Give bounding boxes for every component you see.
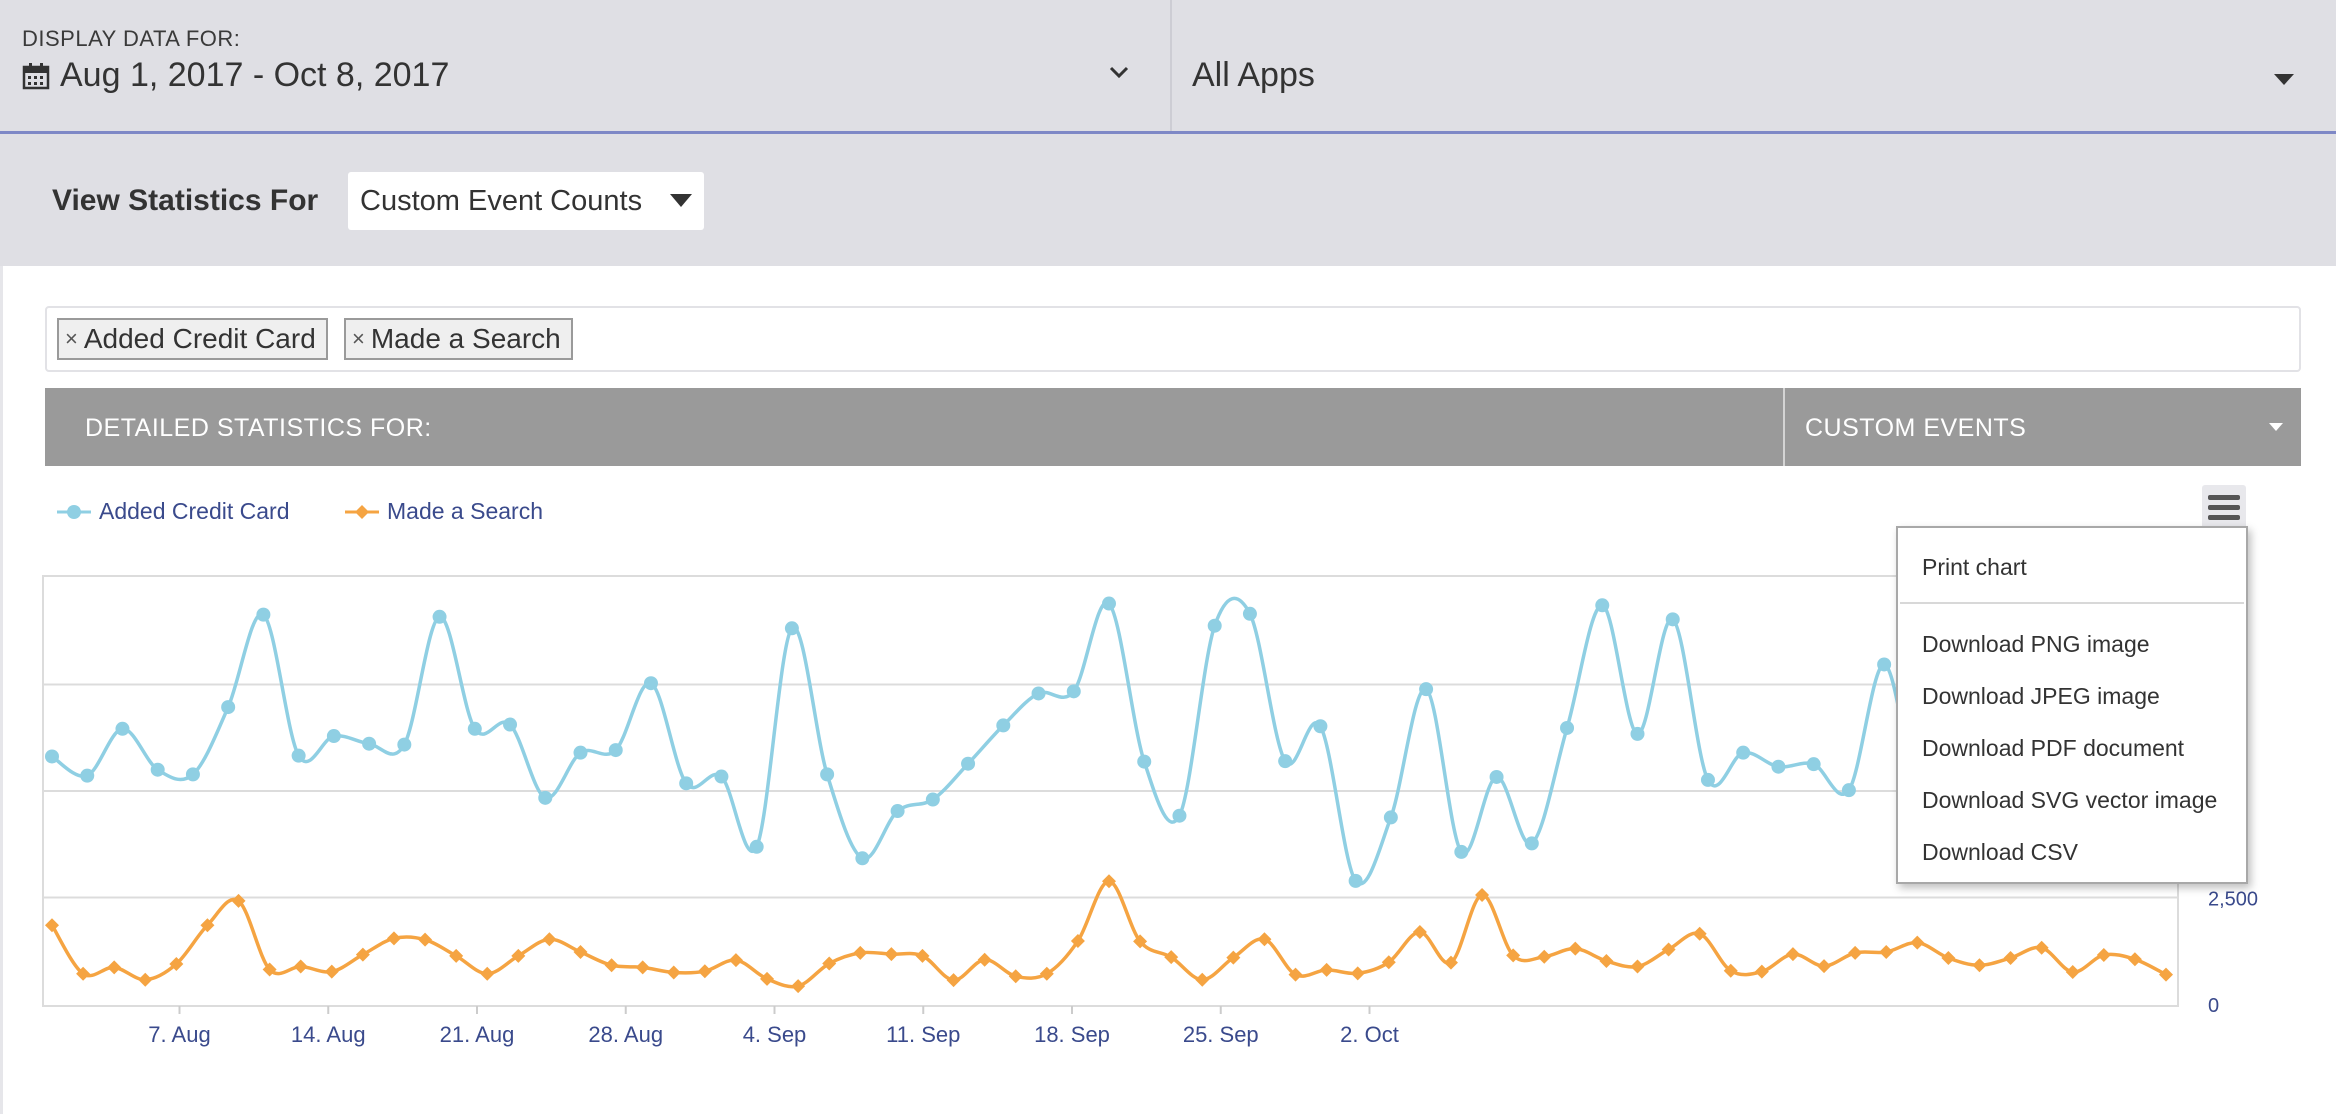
data-point[interactable]: [1066, 684, 1081, 699]
data-point[interactable]: [1806, 757, 1821, 772]
data-point[interactable]: [1172, 808, 1187, 823]
data-point[interactable]: [291, 748, 306, 763]
data-point[interactable]: [608, 743, 623, 758]
data-point[interactable]: [996, 718, 1011, 733]
data-point[interactable]: [1489, 769, 1504, 784]
data-point[interactable]: [115, 721, 130, 736]
x-tick-label: 21. Aug: [440, 1022, 515, 1047]
data-point[interactable]: [1102, 596, 1116, 611]
menu-item-download-jpeg[interactable]: Download JPEG image: [1922, 683, 2160, 710]
data-point[interactable]: [256, 607, 271, 622]
data-point[interactable]: [1665, 612, 1680, 627]
data-point[interactable]: [80, 768, 95, 783]
data-point[interactable]: [714, 769, 729, 784]
menu-item-download-svg[interactable]: Download SVG vector image: [1922, 787, 2217, 814]
data-point[interactable]: [362, 736, 377, 751]
data-point[interactable]: [1630, 726, 1645, 741]
y-axis: 0 2,500: [2208, 889, 2258, 1018]
data-point[interactable]: [1771, 759, 1786, 774]
data-point[interactable]: [397, 737, 412, 752]
data-point[interactable]: [643, 676, 658, 691]
x-tick-label: 4. Sep: [743, 1022, 807, 1047]
data-point[interactable]: [855, 851, 870, 866]
x-tick-label: 18. Sep: [1034, 1022, 1110, 1047]
x-tick-label: 25. Sep: [1183, 1022, 1259, 1047]
x-tick-label: 28. Aug: [588, 1022, 663, 1047]
data-point[interactable]: [1877, 657, 1892, 672]
data-point[interactable]: [1736, 745, 1751, 760]
y-tick-label: 0: [2208, 995, 2219, 1017]
data-point[interactable]: [749, 839, 764, 854]
data-point[interactable]: [221, 700, 236, 715]
menu-item-download-pdf[interactable]: Download PDF document: [1922, 735, 2184, 762]
data-point[interactable]: [784, 621, 799, 636]
data-point[interactable]: [1454, 844, 1469, 859]
data-point[interactable]: [1031, 686, 1046, 701]
x-tick-label: 7. Aug: [148, 1022, 210, 1047]
menu-divider: [1900, 602, 2244, 604]
data-point[interactable]: [467, 721, 482, 736]
hamburger-icon: [2208, 494, 2240, 500]
data-point[interactable]: [503, 717, 518, 732]
data-point[interactable]: [679, 776, 694, 791]
data-point[interactable]: [1524, 836, 1539, 851]
data-point[interactable]: [45, 749, 59, 764]
data-point[interactable]: [1419, 682, 1434, 697]
data-point[interactable]: [890, 804, 905, 819]
x-axis: 7. Aug 14. Aug 21. Aug 28. Aug 4. Sep 11. Sep…: [148, 1006, 1399, 1047]
data-point[interactable]: [1560, 720, 1575, 735]
chart-menu-button[interactable]: [2202, 485, 2246, 529]
data-point[interactable]: [1841, 783, 1856, 798]
data-point[interactable]: [1348, 873, 1363, 888]
menu-item-download-png[interactable]: Download PNG image: [1922, 631, 2150, 658]
y-tick-label: 2,500: [2208, 889, 2258, 911]
data-point[interactable]: [573, 745, 588, 760]
data-point[interactable]: [1700, 772, 1715, 787]
data-point[interactable]: [1242, 606, 1257, 621]
data-point[interactable]: [820, 767, 835, 782]
chart-export-menu: Print chart Download PNG image Download …: [1896, 526, 2248, 884]
data-point[interactable]: [1278, 754, 1293, 769]
data-point[interactable]: [961, 756, 976, 771]
data-point[interactable]: [1207, 618, 1222, 633]
x-tick-label: 11. Sep: [886, 1022, 960, 1047]
data-point[interactable]: [185, 767, 200, 782]
data-point[interactable]: [1313, 719, 1328, 734]
data-point[interactable]: [538, 790, 553, 805]
menu-item-download-csv[interactable]: Download CSV: [1922, 839, 2078, 866]
data-point[interactable]: [150, 762, 165, 777]
data-point[interactable]: [1383, 810, 1398, 825]
data-point[interactable]: [925, 792, 940, 807]
x-tick-label: 2. Oct: [1340, 1022, 1399, 1047]
menu-item-print-chart[interactable]: Print chart: [1922, 554, 2027, 581]
data-point[interactable]: [326, 729, 341, 744]
data-point[interactable]: [1137, 754, 1152, 769]
data-point[interactable]: [1595, 598, 1610, 613]
x-tick-label: 14. Aug: [291, 1022, 366, 1047]
data-point[interactable]: [432, 609, 447, 624]
